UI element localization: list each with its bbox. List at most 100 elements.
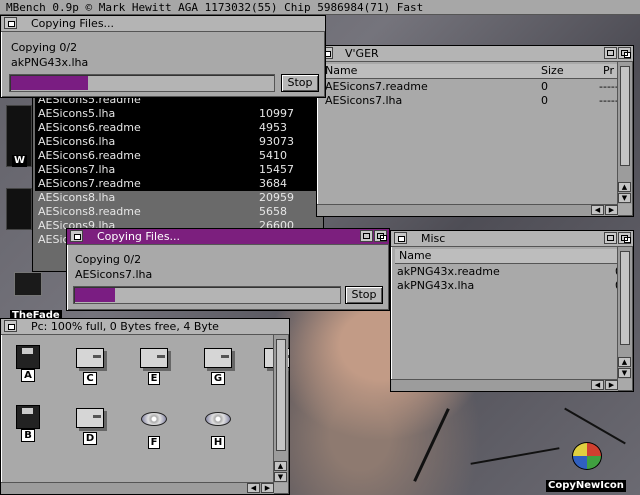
misc-scroll-knob[interactable] (620, 251, 630, 345)
file-name: AESicons5.lha (38, 107, 116, 120)
list-item[interactable]: AESicons6.lha 93073 (35, 135, 323, 149)
drive-label: E (147, 372, 161, 385)
depth-icon[interactable] (618, 47, 631, 59)
file-name: AESicons8.lha (38, 191, 116, 204)
list-item[interactable]: AESicons7.lha 15457 (35, 163, 323, 177)
zoom-icon[interactable] (604, 232, 617, 244)
drive-e[interactable]: E (139, 345, 169, 385)
list-item[interactable]: AESicons7.lha 0 ----- (323, 94, 619, 108)
scroll-left-icon[interactable]: ◀ (591, 205, 604, 215)
copy-filename: AESicons7.lha (75, 268, 153, 281)
copy-dialog-1-title: Copying Files... (31, 17, 115, 30)
copynewicon-label: CopyNewIcon (546, 480, 626, 492)
vger-title: V'GER (345, 47, 379, 60)
file-name: AESicons7.lha (325, 94, 403, 107)
scroll-right-icon[interactable]: ▶ (605, 380, 618, 390)
stop-button[interactable]: Stop (345, 286, 383, 304)
list-item[interactable]: AESicons7.readme 0 ----- (323, 80, 619, 94)
list-item[interactable]: AESicons6.readme 4953 (35, 121, 323, 135)
pc-vscroll[interactable]: ▲ ▼ (273, 335, 288, 483)
pc-scroll-knob[interactable] (276, 339, 286, 451)
column-size[interactable]: Size (541, 64, 564, 78)
pc-title-bar[interactable]: Pc: 100% full, 0 Bytes free, 4 Byte (1, 319, 289, 335)
scroll-left-icon[interactable]: ◀ (247, 483, 260, 493)
drive-label: A (21, 369, 35, 382)
depth-icon[interactable] (618, 232, 631, 244)
cdrom-icon (204, 412, 232, 436)
copy-status: Copying 0/2 (75, 253, 142, 266)
copy-progress-bar (9, 74, 275, 92)
misc-list: akPNG43x.readme0akPNG43x.lha0 (395, 265, 622, 377)
scroll-down-icon[interactable]: ▼ (618, 368, 631, 378)
copy-dialog-2-title-bar[interactable]: Copying Files... (67, 229, 389, 245)
file-name: akPNG43x.readme (397, 265, 500, 278)
column-name[interactable]: Name (325, 64, 357, 78)
copy-dialog-2-title: Copying Files... (97, 230, 181, 243)
zoom-icon[interactable] (604, 47, 617, 59)
file-protection: ----- (599, 80, 619, 93)
stop-button[interactable]: Stop (281, 74, 319, 92)
column-name[interactable]: Name (399, 249, 431, 263)
drive-f[interactable]: F (139, 405, 169, 449)
misc-title-bar[interactable]: Misc (391, 231, 633, 247)
drive-label: G (210, 372, 226, 385)
file-protection: ----- (599, 94, 619, 107)
copy-dialog-2: Copying Files... Copying 0/2 AESicons7.l… (66, 228, 390, 311)
copynewicon-icon[interactable] (572, 442, 602, 470)
scroll-up-icon[interactable]: ▲ (618, 182, 631, 192)
misc-hscroll[interactable]: ◀ ▶ (391, 379, 618, 391)
drive-label: H (210, 436, 226, 449)
file-size: 20959 (259, 191, 294, 204)
thefade-chip-icon[interactable] (14, 272, 42, 296)
column-protection[interactable]: Pr (603, 64, 614, 78)
copy-dialog-1: Copying Files... Copying 0/2 akPNG43x.lh… (0, 15, 326, 98)
file-name: AESicons7.readme (38, 177, 141, 190)
drive-h[interactable]: H (203, 405, 233, 449)
file-name: AESicons8.readme (38, 205, 141, 218)
drive-a[interactable]: A (13, 345, 43, 382)
vger-scroll-knob[interactable] (620, 66, 630, 166)
scroll-down-icon[interactable]: ▼ (274, 472, 287, 482)
list-item[interactable]: AESicons6.readme 5410 (35, 149, 323, 163)
pc-hscroll[interactable]: ◀ ▶ (1, 482, 274, 494)
scroll-down-icon[interactable]: ▼ (618, 193, 631, 203)
copy-dialog-1-title-bar[interactable]: Copying Files... (1, 16, 325, 32)
drive-label: D (82, 432, 98, 445)
depth-icon[interactable] (374, 230, 387, 242)
drive-c[interactable]: C (75, 345, 105, 385)
vger-vscroll[interactable]: ▲ ▼ (617, 62, 632, 204)
drive-b[interactable]: B (13, 405, 43, 442)
screen-title-bar: MBench 0.9p © Mark Hewitt AGA 1173032(55… (0, 0, 640, 15)
list-item[interactable]: AESicons8.readme 5658 (35, 205, 323, 219)
misc-vscroll[interactable]: ▲ ▼ (617, 247, 632, 379)
file-name: akPNG43x.lha (397, 279, 475, 292)
close-icon[interactable] (4, 320, 17, 332)
desktop-icon-dark[interactable] (6, 188, 32, 230)
floppy-icon (14, 345, 42, 369)
list-item[interactable]: AESicons7.readme 3684 (35, 177, 323, 191)
scroll-right-icon[interactable]: ▶ (605, 205, 618, 215)
copy-progress-fill (75, 288, 115, 302)
scroll-left-icon[interactable]: ◀ (591, 380, 604, 390)
scroll-up-icon[interactable]: ▲ (274, 461, 287, 471)
close-icon[interactable] (4, 17, 17, 29)
drive-label: C (83, 372, 97, 385)
zoom-icon[interactable] (360, 230, 373, 242)
file-size: 10997 (259, 107, 294, 120)
close-icon[interactable] (70, 230, 83, 242)
list-item[interactable]: akPNG43x.lha0 (395, 279, 622, 293)
copy-progress-fill (11, 76, 88, 90)
copy-progress-bar (73, 286, 341, 304)
drive-d[interactable]: D (75, 405, 105, 445)
misc-window: Misc Name akPNG43x.readme0akPNG43x.lha0 … (390, 230, 634, 392)
file-name: AESicons7.readme (325, 80, 428, 93)
scroll-up-icon[interactable]: ▲ (618, 357, 631, 367)
scroll-right-icon[interactable]: ▶ (261, 483, 274, 493)
list-item[interactable]: AESicons5.lha 10997 (35, 107, 323, 121)
vger-title-bar[interactable]: V'GER (317, 46, 633, 62)
list-item[interactable]: akPNG43x.readme0 (395, 265, 622, 279)
list-item[interactable]: AESicons8.lha 20959 (35, 191, 323, 205)
drive-g[interactable]: G (203, 345, 233, 385)
close-icon[interactable] (394, 232, 407, 244)
vger-hscroll[interactable]: ◀ ▶ (317, 204, 618, 216)
